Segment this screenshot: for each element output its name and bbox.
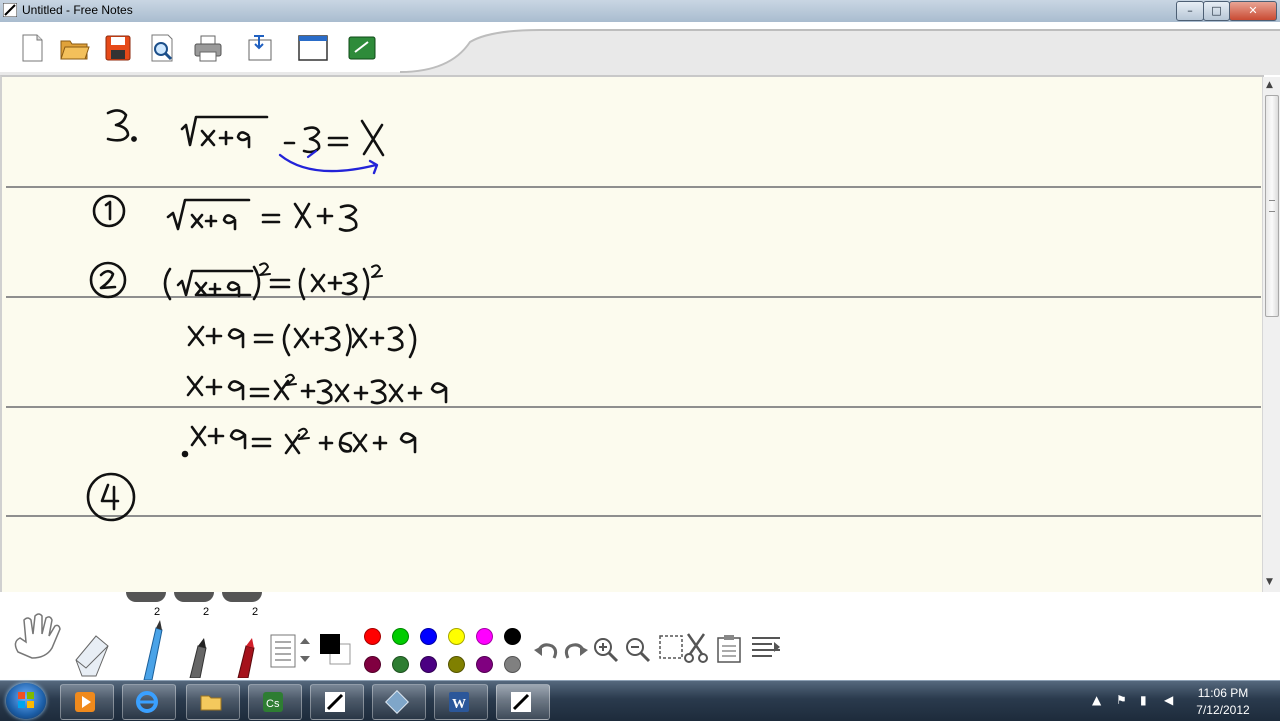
ink-sqrt-sign (166, 198, 251, 231)
network-icon[interactable]: ▮ (1140, 693, 1147, 707)
cut-icon[interactable] (682, 632, 710, 664)
handwritten-notes (86, 109, 448, 522)
ink-x-large (360, 119, 385, 157)
taskbar-app[interactable] (310, 684, 364, 720)
svg-text:Cs: Cs (266, 698, 280, 710)
taskbar-app[interactable] (122, 684, 176, 720)
clock-time[interactable]: 11:06 PM (1178, 686, 1268, 700)
ink-dot (131, 136, 137, 142)
volume-icon[interactable]: ◀ (1164, 693, 1173, 707)
open-folder-icon[interactable] (58, 32, 90, 64)
color-swatch[interactable] (476, 628, 493, 645)
eraser-icon[interactable] (72, 632, 112, 678)
marker-icon[interactable] (184, 638, 214, 678)
ink-nine (236, 131, 251, 149)
taskbar-app[interactable] (186, 684, 240, 720)
free-notes-icon (325, 692, 345, 712)
close-button[interactable]: ✕ (1229, 1, 1277, 21)
undo-icon[interactable] (534, 640, 560, 662)
taskbar: Cs W ▲ ⚑ ▮ ◀ 11:06 PM 7/12/2012 (0, 680, 1280, 721)
clock-date[interactable]: 7/12/2012 (1178, 703, 1268, 717)
color-swatch[interactable] (476, 656, 493, 673)
pen-size-label: 2 (252, 606, 259, 618)
scroll-up-arrow-icon[interactable]: ▲ (1266, 80, 1273, 90)
media-player-icon (75, 692, 95, 712)
ink-circled-2 (89, 261, 127, 299)
ink-number-3 (106, 109, 130, 142)
select-icon[interactable] (658, 634, 684, 660)
export-icon[interactable] (244, 32, 276, 64)
pen-size-tab[interactable] (126, 592, 166, 602)
print-preview-icon[interactable] (146, 32, 178, 64)
window-icon[interactable] (297, 32, 329, 64)
ink-sqrt-sign (180, 115, 269, 147)
window-title: Untitled - Free Notes (22, 3, 133, 17)
taskbar-app[interactable]: Cs (248, 684, 302, 720)
ink-x (200, 129, 216, 147)
taskbar-app[interactable] (60, 684, 114, 720)
ink-blue-arrow (278, 153, 379, 175)
pen-size-label: 2 (203, 606, 210, 618)
maximize-button[interactable]: □ (1203, 1, 1230, 21)
scroll-down-arrow-icon[interactable]: ▼ (1266, 577, 1273, 587)
taskbar-app[interactable] (372, 684, 426, 720)
taskbar-app-active[interactable] (496, 684, 550, 720)
color-swatch[interactable] (392, 656, 409, 673)
ink-equals (327, 136, 349, 147)
color-swatch[interactable] (420, 656, 437, 673)
ink-three (302, 126, 321, 154)
svg-text:W: W (452, 697, 466, 712)
color-swatch[interactable] (364, 628, 381, 645)
file-explorer-icon (200, 695, 222, 711)
scrollbar-thumb[interactable] (1265, 95, 1279, 317)
pen-size-tab[interactable] (222, 592, 262, 602)
red-marker-icon[interactable] (232, 638, 262, 678)
color-picker-icon[interactable] (318, 632, 354, 668)
start-button[interactable] (6, 683, 46, 719)
pen-size-label: 2 (154, 606, 161, 618)
action-center-icon[interactable]: ⚑ (1116, 693, 1127, 707)
align-icon[interactable] (750, 634, 782, 662)
ink-circled-4 (86, 472, 136, 522)
internet-explorer-icon (136, 691, 158, 713)
hand-icon[interactable] (8, 612, 64, 660)
show-hidden-icons-icon[interactable]: ▲ (1092, 693, 1101, 707)
windows-logo-icon (18, 692, 34, 708)
camtasia-icon: Cs (263, 692, 283, 712)
app-icon (3, 3, 17, 17)
vertical-scrollbar[interactable]: ▲ ▼ (1262, 77, 1280, 592)
color-swatch[interactable] (504, 656, 521, 673)
redo-icon[interactable] (562, 640, 588, 662)
taskbar-app[interactable]: W (434, 684, 488, 720)
color-swatch[interactable] (504, 628, 521, 645)
free-notes-active-icon (511, 692, 531, 712)
text-lines-icon[interactable] (270, 634, 316, 668)
zoom-out-icon[interactable] (624, 636, 652, 664)
word-icon: W (449, 692, 469, 712)
title-bar: Untitled - Free Notes – □ ✕ (0, 0, 1280, 23)
pencil-icon[interactable] (136, 620, 166, 680)
new-page-icon[interactable] (16, 32, 48, 64)
color-swatch[interactable] (392, 628, 409, 645)
pen-size-tab[interactable] (174, 592, 214, 602)
color-swatch[interactable] (364, 656, 381, 673)
paste-icon[interactable] (716, 634, 742, 664)
scrollbar-grip (1269, 200, 1275, 212)
print-icon[interactable] (192, 32, 224, 64)
green-board-icon[interactable] (346, 32, 378, 64)
zoom-in-icon[interactable] (592, 636, 620, 664)
color-swatch[interactable] (448, 628, 465, 645)
color-swatch[interactable] (420, 628, 437, 645)
ink-plus (218, 130, 234, 146)
save-icon[interactable] (102, 32, 134, 64)
tool-tray: 2 2 2 (0, 592, 1280, 680)
network-tool-icon (385, 690, 409, 714)
minimize-button[interactable]: – (1176, 1, 1204, 21)
color-swatch[interactable] (448, 656, 465, 673)
main-toolbar (0, 22, 1280, 75)
note-page[interactable] (0, 75, 1264, 594)
